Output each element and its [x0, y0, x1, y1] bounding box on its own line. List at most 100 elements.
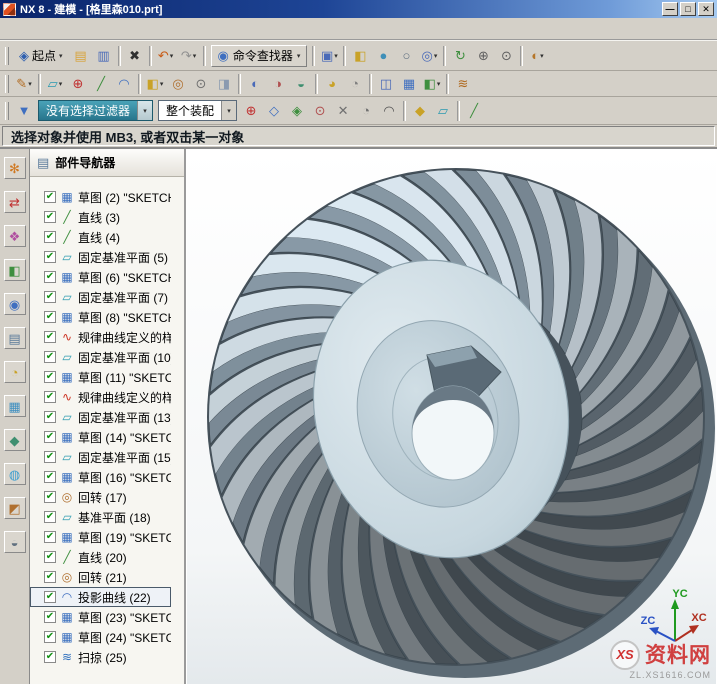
tree-row[interactable]: ◎ 回转 (17): [30, 487, 171, 507]
feature-checkbox[interactable]: [44, 471, 56, 483]
plane-tool-icon[interactable]: ▱: [432, 100, 454, 122]
tree-row[interactable]: ▦ 草图 (11) "SKETCH: [30, 367, 171, 387]
feature-checkbox[interactable]: [44, 211, 56, 223]
feature-checkbox[interactable]: [44, 391, 56, 403]
subtract-icon[interactable]: ◑: [267, 73, 289, 95]
selection-filter-combo[interactable]: 没有选择过滤器 ▾: [38, 100, 153, 121]
sketch-icon[interactable]: ✎▾: [13, 73, 35, 95]
delete-icon[interactable]: ✖: [124, 45, 146, 67]
tree-row[interactable]: ▦ 草图 (8) "SKETCH_: [30, 307, 171, 327]
tree-row[interactable]: ╱ 直线 (3): [30, 207, 171, 227]
feature-checkbox[interactable]: [44, 411, 56, 423]
feature-checkbox[interactable]: [44, 291, 56, 303]
information-menu[interactable]: [88, 27, 100, 31]
undo-icon[interactable]: ↶▾: [155, 45, 177, 67]
tree-row[interactable]: ▱ 固定基准平面 (10): [30, 347, 171, 367]
toolbar-grip[interactable]: [5, 102, 9, 120]
pattern-icon[interactable]: ▦: [398, 73, 420, 95]
tree-row[interactable]: ▦ 草图 (24) "SKETC: [30, 627, 171, 647]
feature-checkbox[interactable]: [44, 431, 56, 443]
open-icon[interactable]: ▤: [70, 45, 92, 67]
feature-checkbox[interactable]: [44, 511, 56, 523]
feature-checkbox[interactable]: [44, 611, 56, 623]
format-menu[interactable]: [52, 27, 64, 31]
tree-row[interactable]: ◠ 投影曲线 (22): [30, 587, 171, 607]
tools-menu[interactable]: [64, 27, 76, 31]
tree-row[interactable]: ▦ 草图 (6) "SKETCH_: [30, 267, 171, 287]
wizards-icon[interactable]: ✻: [4, 157, 26, 179]
materials-icon[interactable]: ◩: [4, 497, 26, 519]
tree-row[interactable]: ▱ 固定基准平面 (13): [30, 407, 171, 427]
hole-icon[interactable]: ⊙: [190, 73, 212, 95]
minimize-button[interactable]: —: [662, 2, 678, 16]
feature-checkbox[interactable]: [44, 491, 56, 503]
tree-row[interactable]: ╱ 直线 (20): [30, 547, 171, 567]
toolbar-grip[interactable]: [5, 75, 9, 93]
chamfer-icon[interactable]: ◔: [344, 73, 366, 95]
arc-icon[interactable]: ◠: [113, 73, 135, 95]
history-icon[interactable]: ◔: [4, 361, 26, 383]
tree-row[interactable]: ▱ 固定基准平面 (7): [30, 287, 171, 307]
quadrant-point-icon[interactable]: ◔: [355, 100, 377, 122]
intersection-point-icon[interactable]: ✕: [332, 100, 354, 122]
assemblies-menu[interactable]: [76, 27, 88, 31]
tree-row[interactable]: ∿ 规律曲线定义的样: [30, 387, 171, 407]
filter-icon[interactable]: ▼: [13, 100, 35, 122]
feature-checkbox[interactable]: [44, 571, 56, 583]
chevron-down-icon[interactable]: ▾: [221, 101, 236, 120]
tree-row[interactable]: ▦ 草图 (16) "SKETCH: [30, 467, 171, 487]
tree-row[interactable]: ▦ 草图 (23) "SKETCH: [30, 607, 171, 627]
pan-view-icon[interactable]: ⊕: [472, 45, 494, 67]
measure-icon[interactable]: ╱: [463, 100, 485, 122]
tree-row[interactable]: ◎ 回转 (21): [30, 567, 171, 587]
intersect-icon[interactable]: ◒: [290, 73, 312, 95]
tree-row[interactable]: ▦ 草图 (14) "SKETCH: [30, 427, 171, 447]
assembly-scope-combo[interactable]: 整个装配 ▾: [158, 100, 237, 121]
tangent-point-icon[interactable]: ◠: [378, 100, 400, 122]
constraint-navigator-icon[interactable]: ◉: [4, 293, 26, 315]
toolbar-grip[interactable]: [5, 47, 9, 65]
mirror-icon[interactable]: ◧▾: [421, 73, 443, 95]
start-button[interactable]: ◈ 起点 ▾: [13, 45, 69, 67]
tree-row[interactable]: ≋ 扫掠 (25): [30, 647, 171, 667]
tree-row[interactable]: ▱ 固定基准平面 (5): [30, 247, 171, 267]
view-orient-icon[interactable]: ◧: [349, 45, 371, 67]
edit-menu[interactable]: [16, 27, 28, 31]
feature-checkbox[interactable]: [44, 551, 56, 563]
window-icon[interactable]: ▣▾: [318, 45, 340, 67]
feature-checkbox[interactable]: [44, 651, 56, 663]
point-icon[interactable]: ⊕: [67, 73, 89, 95]
bevel-gear-model[interactable]: YC XC ZC: [186, 149, 717, 684]
swap-icon[interactable]: ⇄: [4, 191, 26, 213]
chevron-down-icon[interactable]: ▾: [137, 101, 152, 120]
command-finder[interactable]: ◉ 命令查找器 ▾: [211, 45, 308, 67]
insert-menu[interactable]: [40, 27, 52, 31]
tree-row[interactable]: ╱ 直线 (4): [30, 227, 171, 247]
hd3d-tools-icon[interactable]: ◆: [4, 429, 26, 451]
tree-row[interactable]: ▦ 草图 (19) "SKETCH: [30, 527, 171, 547]
boss-icon[interactable]: ◨: [213, 73, 235, 95]
feature-checkbox[interactable]: [44, 331, 56, 343]
sweep-tool-icon[interactable]: ≋: [452, 73, 474, 95]
maximize-button[interactable]: □: [680, 2, 696, 16]
line-icon[interactable]: ╱: [90, 73, 112, 95]
close-button[interactable]: ✕: [698, 2, 714, 16]
material-icon[interactable]: ◐▾: [526, 45, 548, 67]
feature-checkbox[interactable]: [44, 231, 56, 243]
redo-icon[interactable]: ↷▾: [178, 45, 200, 67]
assembly-navigator-icon[interactable]: ◧: [4, 259, 26, 281]
feature-checkbox[interactable]: [44, 271, 56, 283]
feature-checkbox[interactable]: [44, 251, 56, 263]
snap-point-icon[interactable]: ⊕: [240, 100, 262, 122]
feature-checkbox[interactable]: [44, 351, 56, 363]
feature-checkbox[interactable]: [44, 371, 56, 383]
tree-row[interactable]: ▦ 草图 (2) "SKETCH_: [30, 187, 171, 207]
window-menu[interactable]: [124, 27, 136, 31]
scene-icon[interactable]: ◒: [4, 531, 26, 553]
datum-plane-icon[interactable]: ▱▾: [44, 73, 66, 95]
end-point-icon[interactable]: ◇: [263, 100, 285, 122]
preferences-menu[interactable]: [112, 27, 124, 31]
feature-checkbox[interactable]: [44, 631, 56, 643]
center-point-icon[interactable]: ⊙: [309, 100, 331, 122]
revolve-icon[interactable]: ◎: [167, 73, 189, 95]
